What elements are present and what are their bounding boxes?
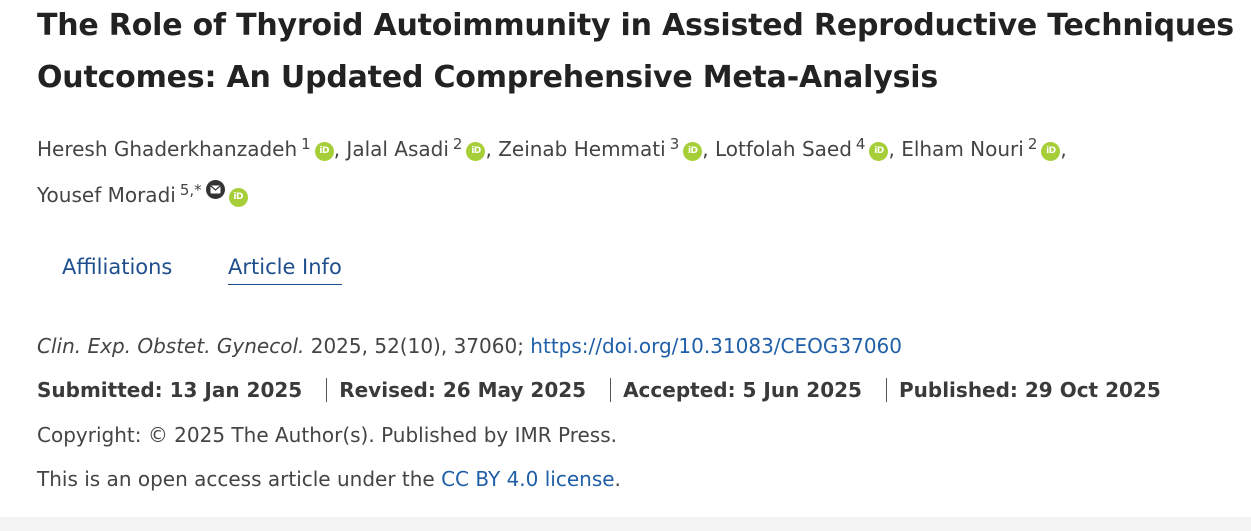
author-name-link[interactable]: Lotfolah Saed	[715, 137, 852, 161]
submitted-date: Submitted: 13 Jan 2025	[37, 378, 303, 402]
orcid-icon[interactable]: iD	[1041, 142, 1061, 161]
article-title: The Role of Thyroid Autoimmunity in Assi…	[37, 8, 1234, 95]
author-item: Jalal Asadi 2 iD,	[346, 135, 492, 161]
license-prefix: This is an open access article under the	[37, 467, 435, 491]
date-divider	[885, 378, 887, 402]
author-name-link[interactable]: Heresh Ghaderkhanzadeh	[37, 137, 297, 161]
affiliation-sup[interactable]: 3	[670, 135, 680, 153]
date-divider	[326, 378, 328, 402]
license-notice: This is an open access article under the…	[37, 465, 621, 493]
citation-line: Clin. Exp. Obstet. Gynecol. 2025, 52(10)…	[37, 332, 902, 360]
affiliation-sup[interactable]: 1	[301, 135, 311, 153]
affiliation-sup[interactable]: 4	[856, 135, 866, 153]
orcid-icon[interactable]: iD	[314, 142, 334, 161]
publication-dates: Submitted: 13 Jan 2025 Revised: 26 May 2…	[37, 376, 1161, 404]
author-item: Elham Nouri 2 iD,	[901, 135, 1067, 161]
author-item: Yousef Moradi 5,* iD	[37, 180, 248, 207]
affiliation-sup[interactable]: 2	[453, 135, 463, 153]
author-item: Zeinab Hemmati 3 iD,	[498, 135, 709, 161]
accepted-date: Accepted: 5 Jun 2025	[623, 378, 862, 402]
author-name-link[interactable]: Elham Nouri	[901, 137, 1024, 161]
copyright-notice: Copyright: © 2025 The Author(s). Publish…	[37, 423, 617, 447]
affiliation-sup[interactable]: 2	[1028, 135, 1038, 153]
license-link[interactable]: CC BY 4.0 license	[441, 467, 614, 491]
license-suffix: .	[614, 467, 621, 491]
author-name-link[interactable]: Zeinab Hemmati	[498, 137, 666, 161]
orcid-icon[interactable]: iD	[228, 188, 248, 207]
orcid-icon[interactable]: iD	[683, 142, 703, 161]
date-divider	[610, 378, 612, 402]
doi-link[interactable]: https://doi.org/10.31083/CEOG37060	[530, 334, 902, 358]
author-list: Heresh Ghaderkhanzadeh 1 iD, Jalal Asadi 2 i…	[37, 124, 1237, 216]
orcid-icon[interactable]: iD	[466, 142, 486, 161]
tab-affiliations[interactable]: Affiliations	[62, 250, 172, 284]
tab-article-info[interactable]: Article Info	[228, 250, 342, 285]
author-item: Heresh Ghaderkhanzadeh 1 iD,	[37, 135, 341, 161]
envelope-icon[interactable]	[205, 180, 225, 199]
page-bottom-divider	[0, 517, 1251, 531]
author-item: Lotfolah Saed 4 iD,	[714, 135, 895, 161]
author-name-link[interactable]: Yousef Moradi	[37, 183, 176, 207]
citation-details: 2025, 52(10), 37060;	[310, 334, 524, 358]
affiliation-sup[interactable]: 5,*	[180, 181, 202, 199]
revised-date: Revised: 26 May 2025	[339, 378, 587, 402]
published-date: Published: 29 Oct 2025	[898, 378, 1161, 402]
journal-name: Clin. Exp. Obstet. Gynecol.	[37, 334, 305, 358]
orcid-icon[interactable]: iD	[869, 142, 889, 161]
author-name-link[interactable]: Jalal Asadi	[346, 137, 449, 161]
